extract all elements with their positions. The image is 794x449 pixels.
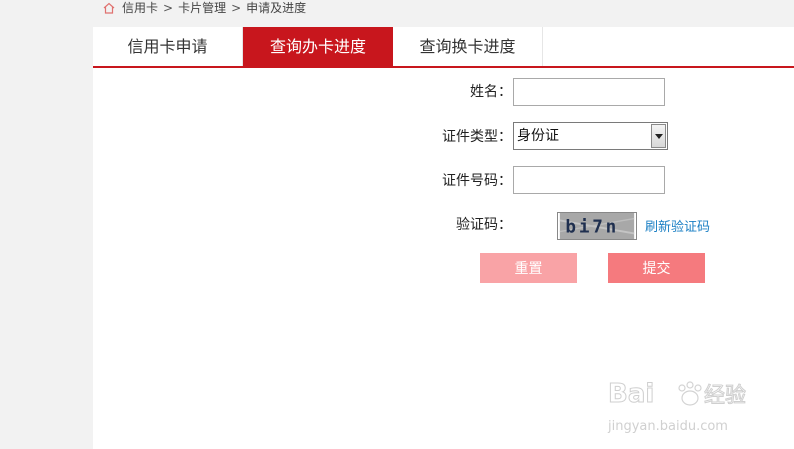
breadcrumb-apply-progress: 申请及进度 (246, 1, 307, 15)
tab-bar: 信用卡申请 查询办卡进度 查询换卡进度 (93, 27, 794, 68)
id-type-label: 证件类型： (442, 129, 512, 145)
tab-query-application-progress[interactable]: 查询办卡进度 (243, 27, 393, 66)
dropdown-arrow-icon[interactable] (651, 124, 666, 148)
home-icon[interactable] (102, 1, 116, 15)
captcha-label: 验证码： (456, 217, 512, 233)
id-number-input[interactable] (513, 166, 665, 194)
refresh-captcha-link[interactable]: 刷新验证码 (645, 216, 710, 235)
breadcrumb: 信用卡 > 卡片管理 > 申请及进度 (102, 0, 306, 16)
breadcrumb-credit-card[interactable]: 信用卡 (122, 0, 158, 16)
id-type-select[interactable]: 身份证 (513, 122, 668, 150)
captcha-image[interactable]: bi7n (557, 212, 637, 240)
tab-query-replacement-progress[interactable]: 查询换卡进度 (393, 27, 543, 66)
watermark-cn: 经验 (704, 383, 746, 407)
name-input[interactable] (513, 78, 665, 106)
svg-text:Bai: Bai (608, 379, 654, 409)
watermark-url: jingyan.baidu.com (607, 419, 728, 434)
id-number-label: 证件号码： (442, 173, 512, 189)
id-type-selected-value: 身份证 (517, 128, 559, 144)
captcha-text: bi7n (565, 218, 619, 238)
reset-button[interactable]: 重置 (480, 253, 577, 283)
breadcrumb-separator: > (163, 1, 174, 15)
breadcrumb-separator: > (231, 1, 242, 15)
left-background (0, 290, 93, 449)
submit-button[interactable]: 提交 (608, 253, 705, 283)
name-label: 姓名： (470, 84, 512, 100)
breadcrumb-card-management[interactable]: 卡片管理 (178, 0, 226, 16)
tab-credit-card-apply[interactable]: 信用卡申请 (93, 27, 243, 66)
baidu-jingyan-watermark: Bai 经验 jingyan.baidu.com (607, 379, 747, 435)
